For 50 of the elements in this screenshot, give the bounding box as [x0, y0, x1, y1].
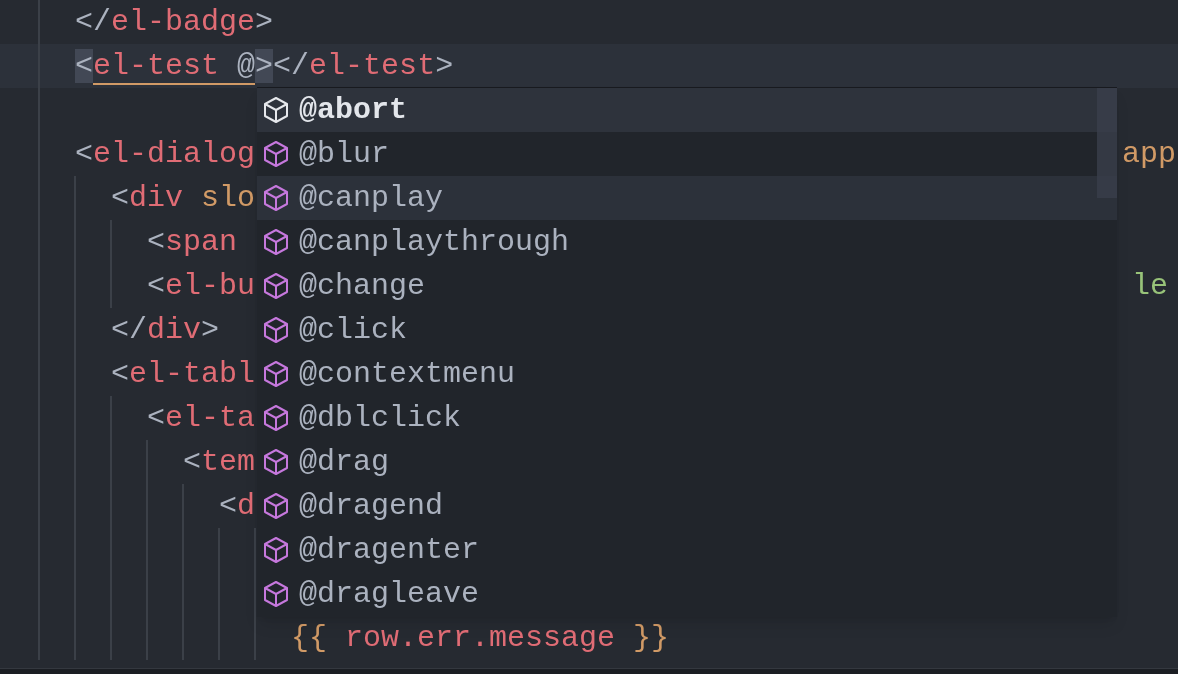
suggestion-label: @dragenter: [299, 531, 480, 569]
suggestion-label: @canplay: [299, 179, 444, 217]
suggestion-label: @dblclick: [299, 399, 462, 437]
cube-icon: [263, 184, 289, 212]
suggestion-item[interactable]: @blur: [257, 132, 1117, 176]
suggestion-label: @abort: [299, 91, 408, 129]
suggestion-item[interactable]: @dblclick: [257, 396, 1117, 440]
cube-icon: [263, 96, 289, 124]
cube-icon: [263, 580, 289, 608]
cube-icon: [263, 228, 289, 256]
suggestion-item[interactable]: @dragenter: [257, 528, 1117, 572]
code-line: <el-ta: [146, 400, 256, 437]
code-line: <el-tabl: [110, 356, 256, 393]
cube-icon: [263, 536, 289, 564]
suggestion-item[interactable]: @click: [257, 308, 1117, 352]
code-line: <tem: [182, 444, 256, 481]
code-fragment: app: [1122, 136, 1176, 173]
code-line: <el-test @></el-test>: [74, 48, 454, 87]
code-line: <d: [218, 488, 256, 525]
suggestion-label: @dragleave: [299, 575, 480, 613]
suggestion-label: @canplaythrough: [299, 223, 570, 261]
suggestion-label: @drag: [299, 443, 389, 481]
suggestion-label: @blur: [299, 135, 389, 173]
suggestion-item[interactable]: @dragleave: [257, 572, 1117, 616]
code-line: {{ row.err.message }}: [290, 620, 670, 657]
cube-icon: [263, 404, 289, 432]
suggestion-item[interactable]: @canplay: [257, 176, 1117, 220]
suggestion-label: @click: [299, 311, 408, 349]
cube-icon: [263, 272, 289, 300]
suggestion-item[interactable]: @drag: [257, 440, 1117, 484]
cube-icon: [263, 448, 289, 476]
suggestion-label: @change: [299, 267, 426, 305]
suggestion-item[interactable]: @change: [257, 264, 1117, 308]
scrollbar-thumb[interactable]: [1097, 88, 1117, 198]
suggestion-label: @dragend: [299, 487, 444, 525]
code-line: <el-dialog: [74, 136, 256, 173]
code-line: </el-badge>: [74, 4, 274, 41]
suggestion-item[interactable]: @dragend: [257, 484, 1117, 528]
suggestion-item[interactable]: @contextmenu: [257, 352, 1117, 396]
code-line: <el-bu: [146, 268, 256, 305]
cube-icon: [263, 360, 289, 388]
cube-icon: [263, 140, 289, 168]
suggestion-label: @contextmenu: [299, 355, 516, 393]
code-fragment: le: [1132, 268, 1168, 305]
cube-icon: [263, 316, 289, 344]
code-line: </div>: [110, 312, 220, 349]
suggestion-item[interactable]: @canplaythrough: [257, 220, 1117, 264]
code-line: <span: [146, 224, 238, 261]
code-line: <div slo: [110, 180, 256, 217]
cube-icon: [263, 492, 289, 520]
